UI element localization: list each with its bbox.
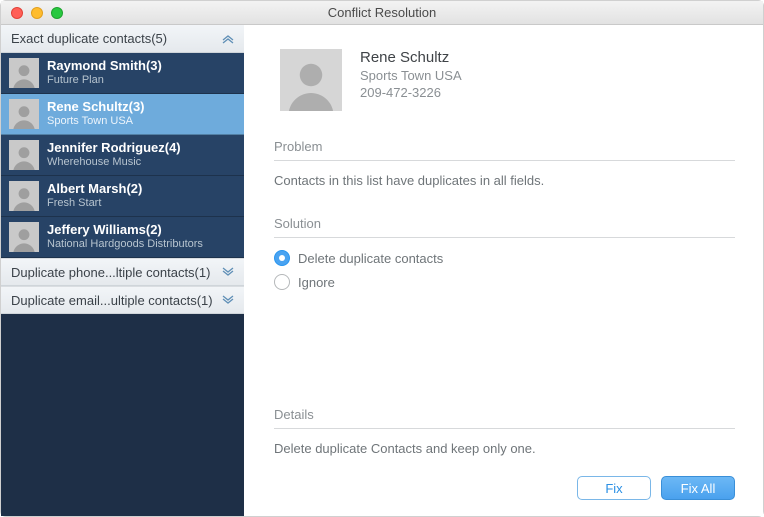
contact-name: Raymond Smith(3) <box>47 59 162 74</box>
contact-name: Rene Schultz(3) <box>47 100 145 115</box>
contact-list-item[interactable]: Rene Schultz(3) Sports Town USA <box>1 94 244 135</box>
option-label: Delete duplicate contacts <box>298 251 443 266</box>
radio-icon <box>274 274 290 290</box>
contact-company: Fresh Start <box>47 197 142 210</box>
avatar-icon <box>9 222 39 252</box>
problem-text: Contacts in this list have duplicates in… <box>274 173 735 188</box>
detail-contact-phone: 209-472-3226 <box>360 85 462 100</box>
category-exact-duplicates[interactable]: Exact duplicate contacts(5) <box>1 25 244 53</box>
category-duplicate-email[interactable]: Duplicate email...ultiple contacts(1) <box>1 286 244 314</box>
category-label: Exact duplicate contacts(5) <box>11 31 167 46</box>
option-ignore[interactable]: Ignore <box>274 274 735 290</box>
avatar-icon <box>9 181 39 211</box>
category-label: Duplicate phone...ltiple contacts(1) <box>11 265 210 280</box>
detail-contact-company: Sports Town USA <box>360 68 462 83</box>
contact-name: Jeffery Williams(2) <box>47 223 203 238</box>
detail-panel: Rene Schultz Sports Town USA 209-472-322… <box>244 25 763 516</box>
button-row: Fix Fix All <box>274 476 735 500</box>
chevron-down-icon <box>222 266 234 278</box>
solution-label: Solution <box>274 216 735 238</box>
category-label: Duplicate email...ultiple contacts(1) <box>11 293 213 308</box>
titlebar: Conflict Resolution <box>1 1 763 25</box>
details-text: Delete duplicate Contacts and keep only … <box>274 441 735 456</box>
window-controls <box>11 7 63 19</box>
solution-options: Delete duplicate contacts Ignore <box>274 250 735 290</box>
contact-company: National Hardgoods Distributors <box>47 238 203 251</box>
contact-company: Future Plan <box>47 74 162 87</box>
contact-header: Rene Schultz Sports Town USA 209-472-322… <box>280 49 735 111</box>
minimize-icon[interactable] <box>31 7 43 19</box>
contact-company: Sports Town USA <box>47 115 145 128</box>
radio-icon <box>274 250 290 266</box>
sidebar: Exact duplicate contacts(5) Raymond Smit… <box>1 25 244 516</box>
contact-name: Jennifer Rodriguez(4) <box>47 141 181 156</box>
contact-list: Raymond Smith(3) Future Plan Rene Schult… <box>1 53 244 258</box>
sidebar-fill <box>1 314 244 516</box>
chevron-up-icon <box>222 33 234 45</box>
contact-list-item[interactable]: Jeffery Williams(2) National Hardgoods D… <box>1 217 244 258</box>
window-title: Conflict Resolution <box>1 5 763 20</box>
close-icon[interactable] <box>11 7 23 19</box>
details-label: Details <box>274 407 735 429</box>
option-label: Ignore <box>298 275 335 290</box>
contact-company: Wherehouse Music <box>47 156 181 169</box>
avatar-icon <box>9 58 39 88</box>
contact-name: Albert Marsh(2) <box>47 182 142 197</box>
avatar-icon <box>280 49 342 111</box>
chevron-down-icon <box>222 294 234 306</box>
maximize-icon[interactable] <box>51 7 63 19</box>
option-delete-duplicates[interactable]: Delete duplicate contacts <box>274 250 735 266</box>
fix-button[interactable]: Fix <box>577 476 651 500</box>
avatar-icon <box>9 99 39 129</box>
contact-list-item[interactable]: Jennifer Rodriguez(4) Wherehouse Music <box>1 135 244 176</box>
category-duplicate-phone[interactable]: Duplicate phone...ltiple contacts(1) <box>1 258 244 286</box>
fix-all-button[interactable]: Fix All <box>661 476 735 500</box>
detail-contact-name: Rene Schultz <box>360 49 462 66</box>
contact-list-item[interactable]: Albert Marsh(2) Fresh Start <box>1 176 244 217</box>
avatar-icon <box>9 140 39 170</box>
problem-label: Problem <box>274 139 735 161</box>
contact-list-item[interactable]: Raymond Smith(3) Future Plan <box>1 53 244 94</box>
